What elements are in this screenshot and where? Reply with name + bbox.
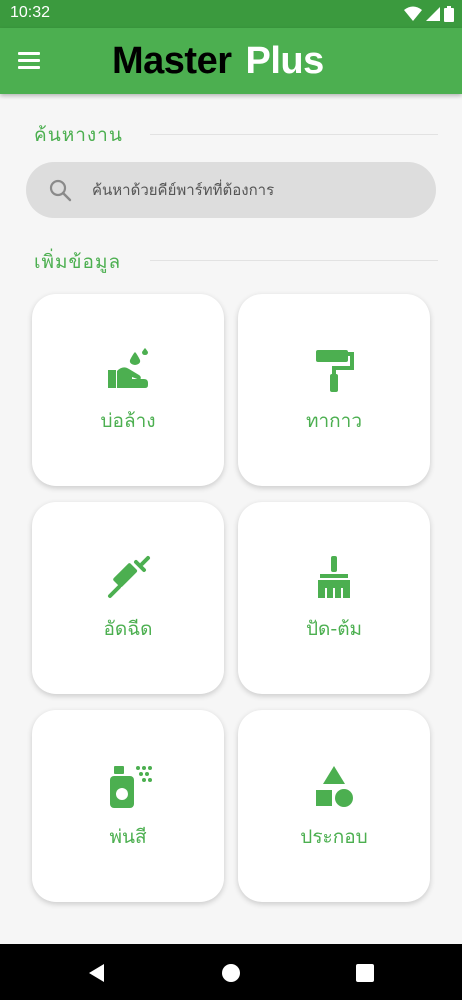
paint-roller-icon — [316, 350, 354, 392]
category-card-brush[interactable]: ปัด-ต้ม — [238, 502, 430, 694]
category-card-spray[interactable]: พ่นสี — [32, 710, 224, 902]
syringe-icon — [108, 556, 150, 598]
category-label: ทากาว — [305, 410, 363, 432]
search-bar[interactable] — [26, 162, 436, 218]
hand-wash-icon — [108, 348, 148, 388]
search-section-title: ค้นหางาน — [34, 124, 123, 146]
add-section-divider — [150, 260, 438, 261]
shapes-icon — [316, 766, 353, 807]
category-label: อัดฉีด — [103, 618, 153, 640]
back-icon[interactable] — [86, 962, 108, 984]
search-section-divider — [150, 134, 438, 135]
brand-master: Master — [112, 39, 232, 82]
menu-icon[interactable] — [18, 48, 46, 74]
category-label: ประกอบ — [300, 826, 368, 848]
category-label: พ่นสี — [109, 826, 147, 848]
status-icons — [404, 6, 454, 22]
category-card-wash[interactable]: บ่อล้าง — [32, 294, 224, 486]
wifi-icon — [404, 6, 422, 21]
status-bar: 10:32 — [0, 0, 462, 28]
app-bar: Master Plus — [0, 28, 462, 94]
add-section-title: เพิ่มข้อมูล — [34, 251, 122, 273]
brand-plus: Plus — [245, 39, 325, 82]
broom-icon — [318, 556, 350, 598]
recents-icon[interactable] — [354, 962, 376, 984]
search-icon — [49, 179, 72, 202]
status-time: 10:32 — [10, 4, 51, 21]
signal-icon — [426, 7, 440, 21]
spray-can-icon — [110, 766, 152, 808]
app-brand: Master Plus — [112, 38, 324, 84]
search-input[interactable] — [92, 162, 412, 218]
home-icon[interactable] — [220, 962, 242, 984]
category-card-assemble[interactable]: ประกอบ — [238, 710, 430, 902]
system-nav-bar — [0, 944, 462, 1000]
category-label: บ่อล้าง — [100, 410, 156, 432]
battery-icon — [444, 6, 454, 22]
category-card-glue[interactable]: ทากาว — [238, 294, 430, 486]
category-card-inject[interactable]: อัดฉีด — [32, 502, 224, 694]
category-label: ปัด-ต้ม — [305, 618, 363, 640]
